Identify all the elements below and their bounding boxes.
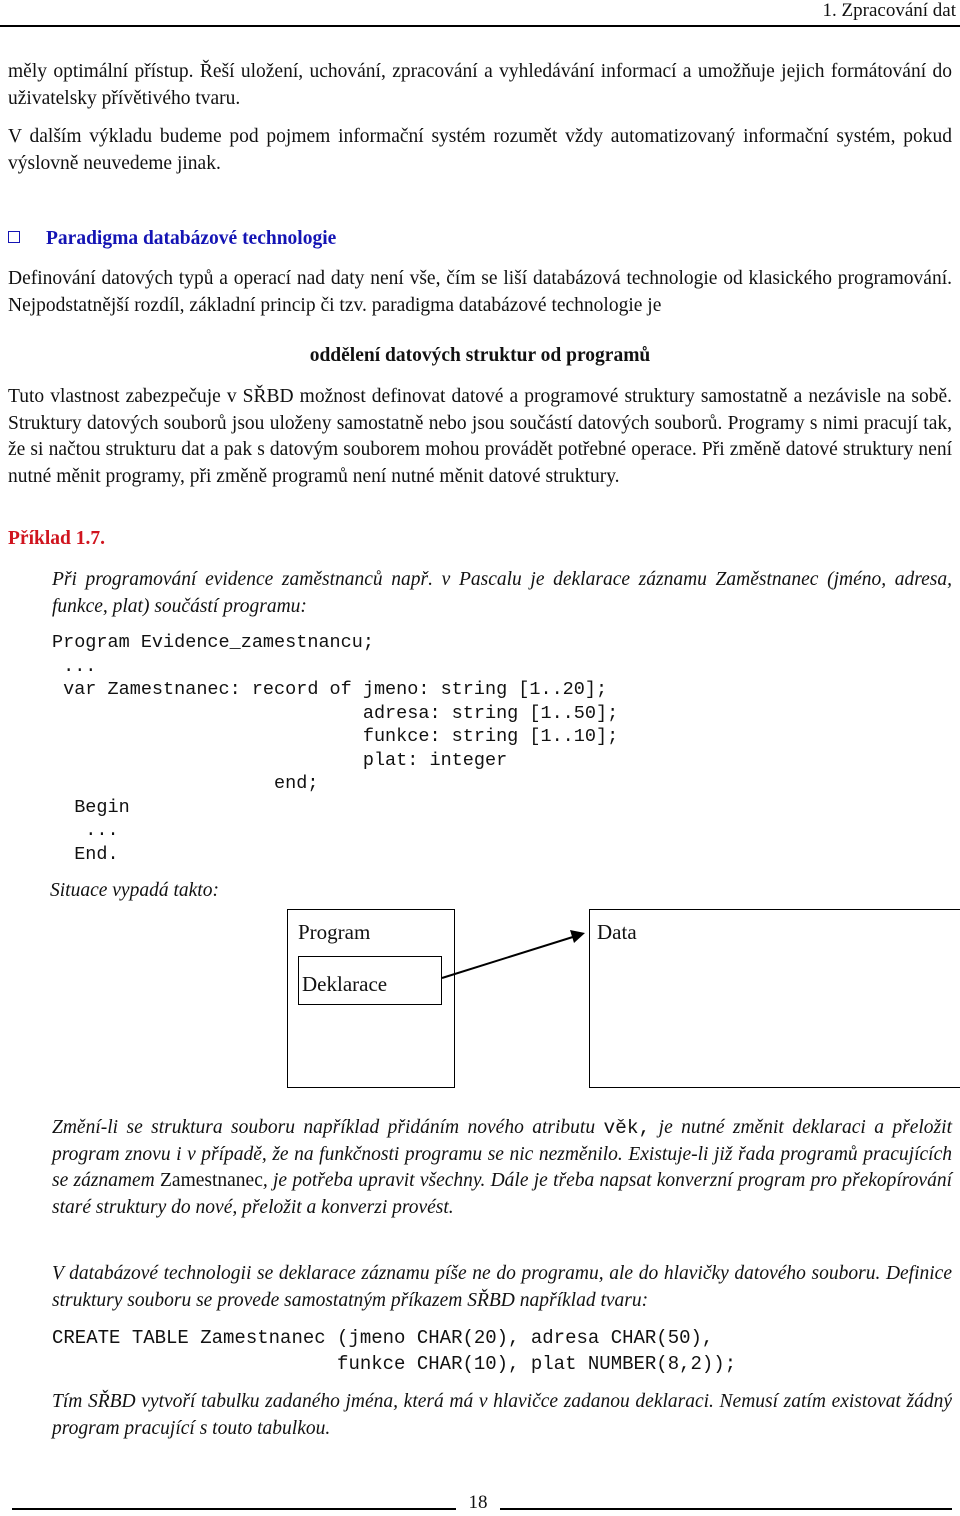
section-heading-text: Paradigma databázové technologie: [46, 228, 337, 249]
attribute-code: věk,: [603, 1117, 651, 1139]
situation-caption: Situace vypadá takto:: [50, 880, 219, 901]
footer-rule-right: [500, 1508, 952, 1510]
example-intro: Při programování evidence zaměstnanců na…: [52, 569, 952, 617]
arrow-line: [441, 935, 577, 979]
paragraph-paradigm: Definování datových typů a operací nad d…: [8, 268, 952, 316]
declaration-label: Deklarace: [302, 972, 388, 996]
paragraph-table-created: Tím SŘBD vytvoří tabulku zadaného jména,…: [52, 1391, 952, 1439]
paragraph-db-technology: V databázové technologii se deklarace zá…: [52, 1263, 952, 1311]
example-label: Příklad 1.7.: [8, 528, 105, 549]
section-heading: Paradigma databázové technologie: [8, 228, 336, 250]
footer-rule-left: [12, 1508, 456, 1510]
p6-text-before: Změní-li se struktura souboru například …: [52, 1117, 604, 1138]
paragraph-is-definition: V dalším výkladu budeme pod pojmem infor…: [8, 126, 952, 174]
paragraph-change-consequences: Změní-li se struktura souboru například …: [52, 1115, 952, 1221]
paragraph-intro: měly optimální přístup. Řeší uložení, uc…: [8, 61, 952, 109]
sql-code-block: CREATE TABLE Zamestnanec (jmeno CHAR(20)…: [52, 1327, 737, 1375]
arrow-head-icon: [570, 930, 585, 943]
chapter-header-title: 1. Zpracování dat: [822, 0, 956, 21]
paragraph-independence: Tuto vlastnost zabezpečuje v SŘBD možnos…: [8, 386, 952, 487]
arrow-connector: [441, 930, 585, 979]
record-name: Zamestnanec: [160, 1170, 263, 1191]
data-label: Data: [597, 920, 637, 944]
data-box: [589, 909, 960, 1088]
page-number: 18: [468, 1492, 488, 1513]
pascal-code-block: Program Evidence_zamestnancu; ... var Za…: [52, 632, 619, 865]
program-label: Program: [298, 920, 371, 944]
header-rule: [0, 25, 960, 27]
principle-statement: oddělení datových struktur od programů: [309, 345, 651, 366]
square-bullet-icon: [8, 231, 20, 243]
